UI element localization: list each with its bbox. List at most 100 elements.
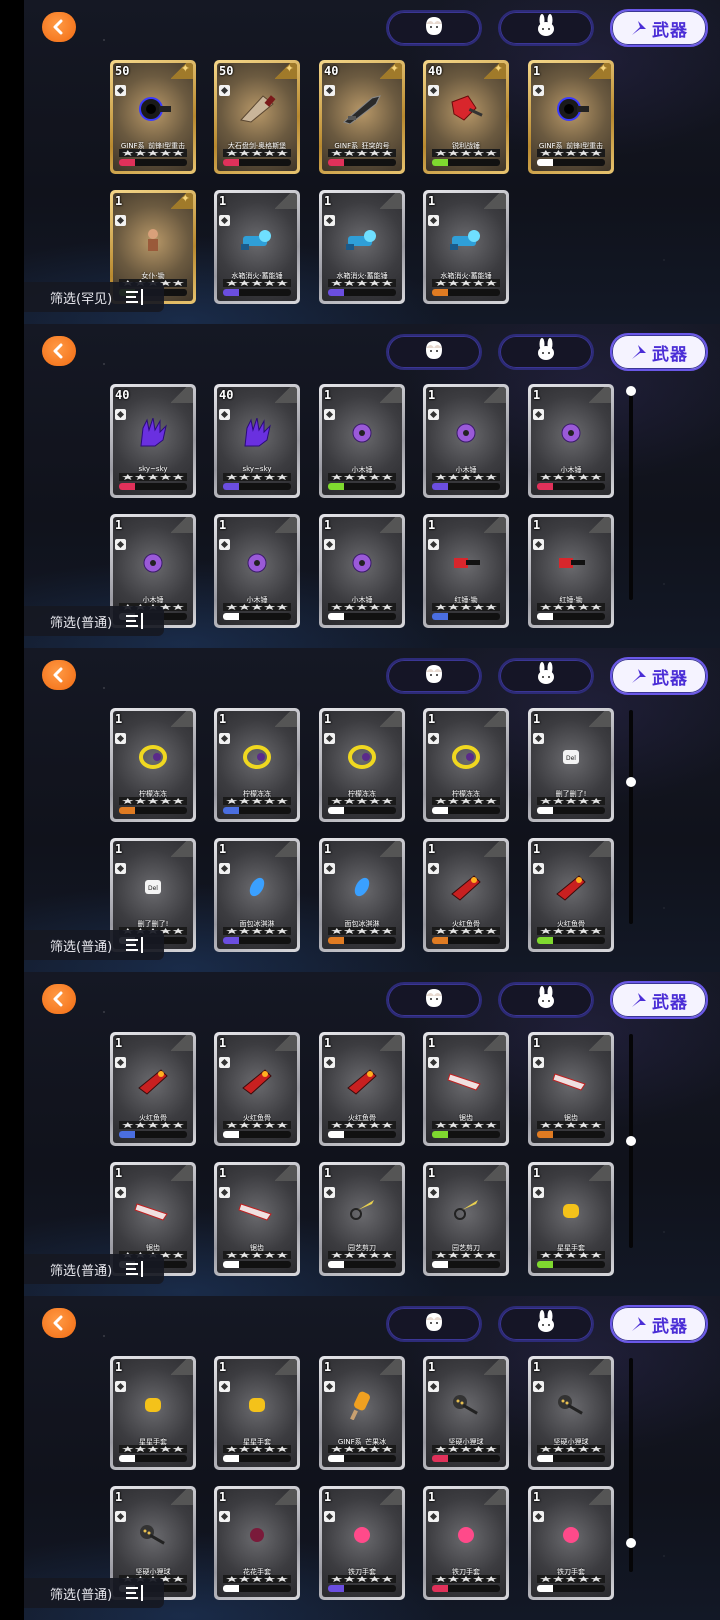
back-button[interactable] xyxy=(42,984,76,1014)
scrollbar[interactable] xyxy=(626,1034,636,1248)
weapon-art-icon xyxy=(342,1520,382,1550)
weapon-art-icon xyxy=(342,548,382,578)
weapon-card[interactable]: 1 红锤·锄 xyxy=(528,514,614,628)
card-level: 40 xyxy=(324,64,339,78)
back-button[interactable] xyxy=(42,660,76,690)
weapon-card[interactable]: 1 小木锤 xyxy=(423,384,509,498)
scroll-thumb[interactable] xyxy=(626,386,636,396)
weapon-card[interactable]: 50GINF系_前锋I型重击 xyxy=(110,60,196,174)
weapon-card[interactable]: 1 火红鱼骨 xyxy=(528,838,614,952)
weapon-card[interactable]: 1 Del 删了删了! xyxy=(528,708,614,822)
weapon-card[interactable]: 1 锯齿 xyxy=(214,1162,300,1276)
weapon-card[interactable]: 1 星星手套 xyxy=(528,1162,614,1276)
bunny-tab[interactable] xyxy=(498,10,594,46)
weapon-card[interactable]: 1 柠檬冻冻 xyxy=(110,708,196,822)
weapon-card[interactable]: 40GINF系_狂突的号 xyxy=(319,60,405,174)
weapon-card[interactable]: 1 锯齿 xyxy=(423,1032,509,1146)
weapon-tab[interactable]: 武器 xyxy=(610,9,708,47)
card-body: 40锐利战锤 xyxy=(426,63,506,171)
weapon-card[interactable]: 1 坚硬小狸球 xyxy=(423,1356,509,1470)
rarity-corner-icon xyxy=(380,1359,402,1375)
filter-button[interactable]: 筛选(普通) xyxy=(24,1254,164,1284)
weapon-card[interactable]: 1 小木锤 xyxy=(319,514,405,628)
weapon-card[interactable]: 1 铁刀手套 xyxy=(528,1486,614,1600)
rarity-corner-icon xyxy=(589,711,611,727)
weapon-tab[interactable]: 武器 xyxy=(610,333,708,371)
face-tab[interactable] xyxy=(386,982,482,1018)
card-level: 1 xyxy=(219,1490,227,1504)
bunny-tab[interactable] xyxy=(498,334,594,370)
weapon-card[interactable]: 1 火红鱼骨 xyxy=(319,1032,405,1146)
weapon-card[interactable]: 1 铁刀手套 xyxy=(319,1486,405,1600)
weapon-card[interactable]: 40 sky~sky xyxy=(110,384,196,498)
weapon-card[interactable]: 1 小木锤 xyxy=(319,384,405,498)
weapon-card[interactable]: 1GINF系_前锋I型重击 xyxy=(528,60,614,174)
weapon-card[interactable]: 50大石盘剑·奥格斯堡 xyxy=(214,60,300,174)
weapon-card[interactable]: 1 坚硬小狸球 xyxy=(528,1356,614,1470)
card-level: 1 xyxy=(324,1036,332,1050)
scroll-thumb[interactable] xyxy=(626,777,636,788)
weapon-tab[interactable]: 武器 xyxy=(610,981,708,1019)
weapon-card[interactable]: 1 火红鱼骨 xyxy=(423,838,509,952)
back-button[interactable] xyxy=(42,12,76,42)
bunny-tab[interactable] xyxy=(498,982,594,1018)
weapon-card[interactable]: 1 水箱消火·蓄能锤 xyxy=(319,190,405,304)
card-body: 1 锯齿 xyxy=(426,1035,506,1143)
back-button[interactable] xyxy=(42,1308,76,1338)
rarity-corner-icon xyxy=(589,841,611,857)
weapon-tab[interactable]: 武器 xyxy=(610,1305,708,1343)
bunny-tab[interactable] xyxy=(498,658,594,694)
weapon-card[interactable]: 1 小木锤 xyxy=(214,514,300,628)
weapon-card[interactable]: 1 火红鱼骨 xyxy=(110,1032,196,1146)
bunny-tab[interactable] xyxy=(498,1306,594,1342)
weapon-type-icon xyxy=(219,409,230,420)
weapon-card[interactable]: 1 柠檬冻冻 xyxy=(319,708,405,822)
weapon-tab[interactable]: 武器 xyxy=(610,657,708,695)
weapon-card[interactable]: 40锐利战锤 xyxy=(423,60,509,174)
attribute-bar xyxy=(328,1455,396,1462)
face-tab[interactable] xyxy=(386,1306,482,1342)
weapon-card[interactable]: 1 柠檬冻冻 xyxy=(214,708,300,822)
weapon-card[interactable]: 1 园艺剪刀 xyxy=(319,1162,405,1276)
weapon-card[interactable]: 1 面包冰淇淋 xyxy=(214,838,300,952)
card-name: sky~sky xyxy=(138,465,168,473)
scroll-thumb[interactable] xyxy=(626,1537,636,1548)
scroll-thumb[interactable] xyxy=(626,1136,636,1146)
weapon-card[interactable]: 1 面包冰淇淋 xyxy=(319,838,405,952)
weapon-card[interactable]: 1 铁刀手套 xyxy=(423,1486,509,1600)
filter-button[interactable]: 筛选(普通) xyxy=(24,606,164,636)
filter-button[interactable]: 筛选(普通) xyxy=(24,930,164,960)
weapon-card[interactable]: 1 小木锤 xyxy=(528,384,614,498)
scrollbar[interactable] xyxy=(626,1358,636,1572)
card-level: 1 xyxy=(115,1036,123,1050)
weapon-card[interactable]: 1 锯齿 xyxy=(528,1032,614,1146)
attribute-bar xyxy=(537,1131,605,1138)
weapon-card[interactable]: 1 水箱消火·蓄能锤 xyxy=(214,190,300,304)
back-button[interactable] xyxy=(42,336,76,366)
weapon-card[interactable]: 1 柠檬冻冻 xyxy=(423,708,509,822)
star-rating xyxy=(223,603,291,611)
weapon-card[interactable]: 1 火红鱼骨 xyxy=(214,1032,300,1146)
card-level: 1 xyxy=(428,194,436,208)
attribute-bar-fill xyxy=(328,937,344,944)
face-tab[interactable] xyxy=(386,10,482,46)
filter-button[interactable]: 筛选(罕见) xyxy=(24,282,164,312)
weapon-card[interactable]: 1 花花手套 xyxy=(214,1486,300,1600)
star-rating xyxy=(432,927,500,935)
face-tab[interactable] xyxy=(386,658,482,694)
scrollbar[interactable] xyxy=(626,710,636,924)
weapon-card[interactable]: 1 星星手套 xyxy=(214,1356,300,1470)
weapon-card[interactable]: 1 水箱消火·蓄能锤 xyxy=(423,190,509,304)
weapon-card[interactable]: 1 GINF系_芒果冰 xyxy=(319,1356,405,1470)
attribute-bar-fill xyxy=(432,1131,448,1138)
face-tab[interactable] xyxy=(386,334,482,370)
weapon-card[interactable]: 1 园艺剪刀 xyxy=(423,1162,509,1276)
card-body: 1 面包冰淇淋 xyxy=(217,841,297,949)
scrollbar[interactable] xyxy=(626,386,636,600)
filter-button[interactable]: 筛选(普通) xyxy=(24,1578,164,1608)
rarity-corner-icon xyxy=(380,1165,402,1181)
weapon-art-icon xyxy=(446,1520,486,1550)
weapon-card[interactable]: 40 sky~sky xyxy=(214,384,300,498)
weapon-card[interactable]: 1 红锤·锄 xyxy=(423,514,509,628)
weapon-card[interactable]: 1 星星手套 xyxy=(110,1356,196,1470)
